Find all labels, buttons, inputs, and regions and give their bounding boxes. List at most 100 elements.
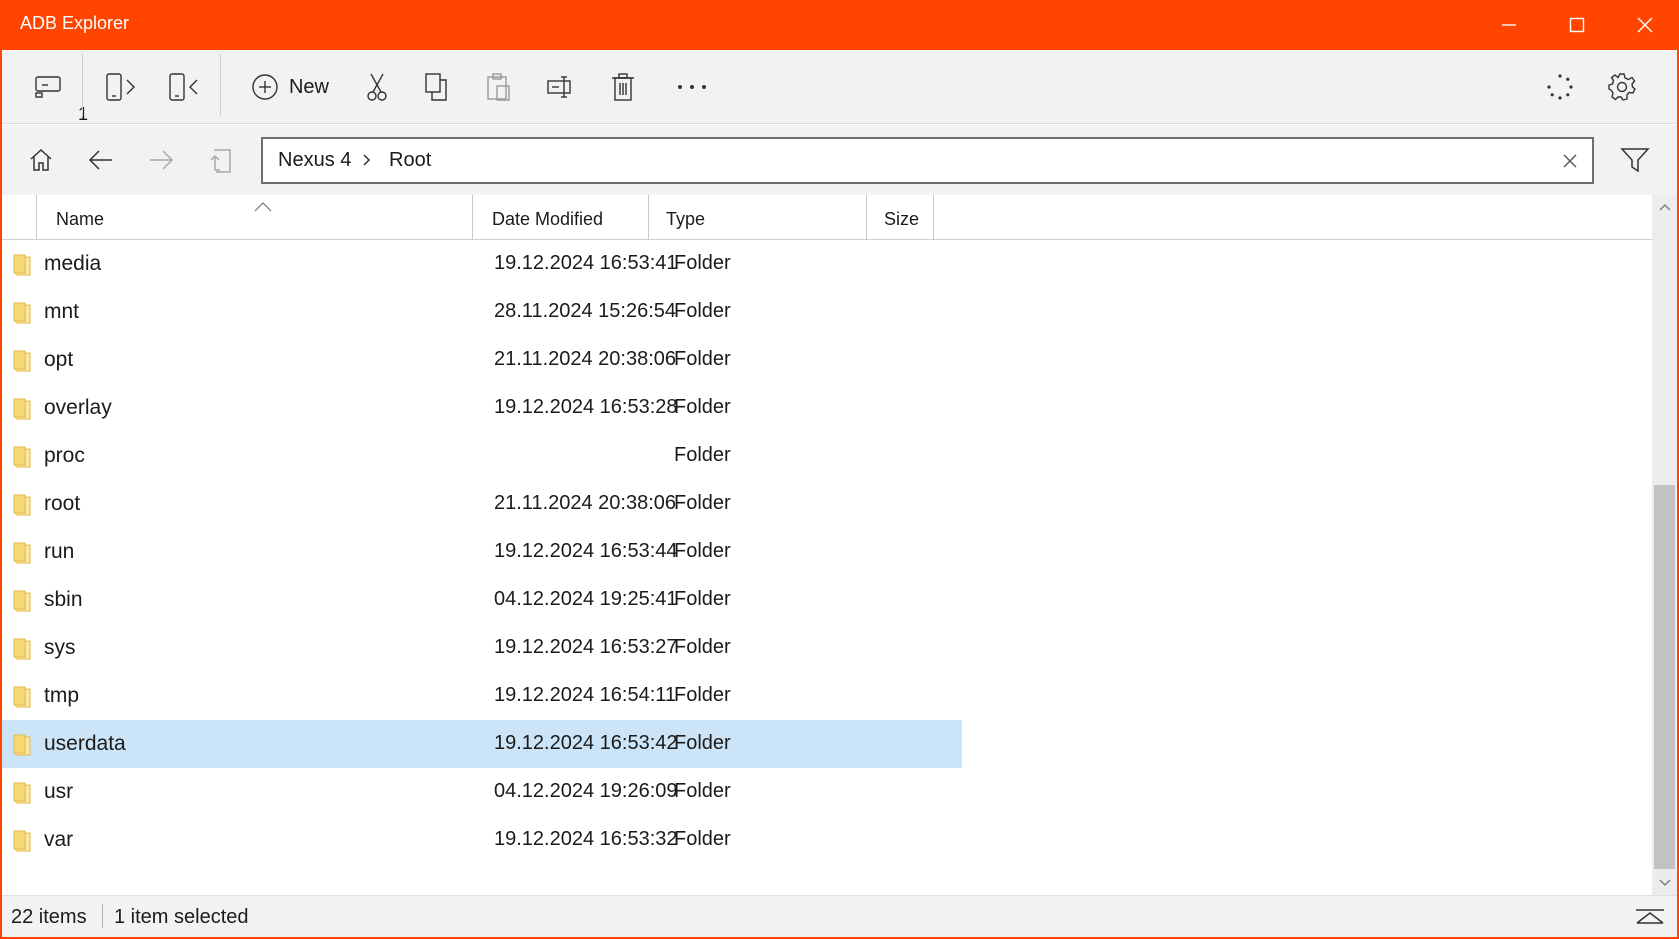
minimize-button[interactable] — [1475, 0, 1543, 50]
table-row[interactable]: tmp 19.12.2024 16:54:11 Folder — [2, 672, 962, 720]
column-divider[interactable] — [933, 195, 934, 240]
file-date-modified: 19.12.2024 16:53:28 — [494, 396, 678, 418]
copy-icon — [425, 73, 447, 101]
delete-button[interactable] — [598, 62, 648, 112]
folder-icon — [13, 830, 31, 852]
progress-icon — [1547, 74, 1573, 100]
file-type: Folder — [674, 684, 731, 706]
pull-from-device-button[interactable] — [157, 62, 211, 112]
table-row[interactable]: opt 21.11.2024 20:38:06 Folder — [2, 336, 962, 384]
more-icon — [678, 85, 706, 89]
devices-icon — [35, 76, 61, 98]
settings-icon — [1608, 73, 1636, 101]
file-name: userdata — [44, 732, 126, 755]
file-name: media — [44, 252, 102, 275]
new-icon — [252, 74, 278, 100]
scroll-thumb[interactable] — [1654, 485, 1675, 869]
table-row-selected[interactable]: userdata 19.12.2024 16:53:42 Folder — [2, 720, 962, 768]
table-row[interactable]: var 19.12.2024 16:53:32 Folder — [2, 816, 962, 864]
devices-button[interactable]: 1 — [20, 62, 88, 124]
file-date-modified: 21.11.2024 20:38:06 — [494, 492, 677, 514]
maximize-button[interactable] — [1543, 0, 1611, 50]
close-icon — [1637, 17, 1653, 33]
scroll-down-button[interactable] — [1652, 871, 1677, 895]
file-type: Folder — [674, 732, 731, 754]
folder-icon — [13, 782, 31, 804]
folder-icon — [13, 542, 31, 564]
maximize-icon — [1569, 17, 1585, 33]
cut-icon — [367, 73, 387, 101]
rename-button[interactable] — [536, 62, 586, 112]
cut-button[interactable] — [352, 62, 402, 112]
file-date-modified: 19.12.2024 16:54:11 — [494, 684, 677, 706]
column-header: Name Date Modified Type Size — [2, 195, 1652, 240]
column-type[interactable]: Type — [666, 195, 705, 240]
push-to-device-button[interactable] — [94, 62, 148, 112]
column-divider — [36, 195, 37, 240]
toolbar-divider — [82, 54, 83, 116]
file-name: opt — [44, 348, 74, 371]
column-name[interactable]: Name — [56, 195, 104, 240]
table-row[interactable]: sys 19.12.2024 16:53:27 Folder — [2, 624, 962, 672]
close-button[interactable] — [1611, 0, 1679, 50]
file-type: Folder — [674, 348, 731, 370]
status-divider — [102, 904, 103, 928]
column-divider[interactable] — [866, 195, 867, 240]
folder-icon — [13, 398, 31, 420]
selection-count: 1 item selected — [114, 906, 249, 928]
table-row[interactable]: run 19.12.2024 16:53:44 Folder — [2, 528, 962, 576]
file-date-modified: 19.12.2024 16:53:42 — [494, 732, 678, 754]
column-date-modified[interactable]: Date Modified — [492, 195, 603, 240]
table-row[interactable]: media 19.12.2024 16:53:41 Folder — [2, 240, 962, 288]
filter-button[interactable] — [1610, 135, 1660, 185]
path-box[interactable]: Nexus 4 Root — [261, 137, 1594, 184]
column-divider[interactable] — [472, 195, 473, 240]
chevron-down-icon — [1659, 879, 1670, 886]
table-row[interactable]: root 21.11.2024 20:38:06 Folder — [2, 480, 962, 528]
folder-icon — [13, 446, 31, 468]
table-row[interactable]: sbin 04.12.2024 19:25:41 Folder — [2, 576, 962, 624]
file-type: Folder — [674, 828, 731, 850]
file-name: overlay — [44, 396, 112, 419]
device-count-badge: 1 — [78, 104, 89, 124]
table-row[interactable]: proc Folder — [2, 432, 962, 480]
navigation-bar: Nexus 4 Root — [2, 125, 1677, 195]
file-operations-button[interactable] — [1535, 62, 1585, 112]
file-name: sys — [44, 636, 76, 659]
file-name: var — [44, 828, 74, 851]
table-row[interactable]: overlay 19.12.2024 16:53:28 Folder — [2, 384, 962, 432]
clear-path-button[interactable] — [1558, 149, 1582, 173]
copy-button[interactable] — [412, 62, 462, 112]
pull-from-device-icon — [169, 73, 198, 101]
file-name: run — [44, 540, 75, 563]
paste-icon — [487, 73, 510, 101]
column-divider[interactable] — [648, 195, 649, 240]
settings-button[interactable] — [1597, 62, 1647, 112]
command-bar: 1 New — [2, 50, 1677, 124]
more-button[interactable] — [662, 62, 722, 112]
forward-icon — [150, 150, 174, 170]
table-row[interactable]: usr 04.12.2024 19:26:09 Folder — [2, 768, 962, 816]
column-size[interactable]: Size — [884, 195, 919, 240]
delete-icon — [612, 73, 634, 101]
back-button[interactable] — [76, 135, 126, 185]
file-type: Folder — [674, 300, 731, 322]
file-type: Folder — [674, 444, 731, 466]
table-row[interactable]: mnt 28.11.2024 15:26:54 Folder — [2, 288, 962, 336]
forward-button[interactable] — [136, 135, 186, 185]
clear-icon — [1563, 154, 1577, 168]
paste-button[interactable] — [474, 62, 524, 112]
parent-folder-button[interactable] — [196, 135, 246, 185]
parent-folder-icon — [210, 149, 231, 173]
breadcrumb-item[interactable]: Nexus 4 — [278, 149, 351, 172]
title-bar: ADB Explorer — [0, 0, 1679, 50]
expand-button[interactable] — [1633, 908, 1667, 931]
vertical-scrollbar[interactable] — [1652, 195, 1677, 895]
home-button[interactable] — [16, 135, 66, 185]
folder-icon — [13, 686, 31, 708]
new-button[interactable]: New — [240, 62, 340, 112]
breadcrumb-item[interactable]: Root — [389, 149, 431, 172]
folder-icon — [13, 590, 31, 612]
scroll-up-button[interactable] — [1652, 195, 1677, 219]
status-bar: 22 items 1 item selected — [2, 895, 1677, 937]
